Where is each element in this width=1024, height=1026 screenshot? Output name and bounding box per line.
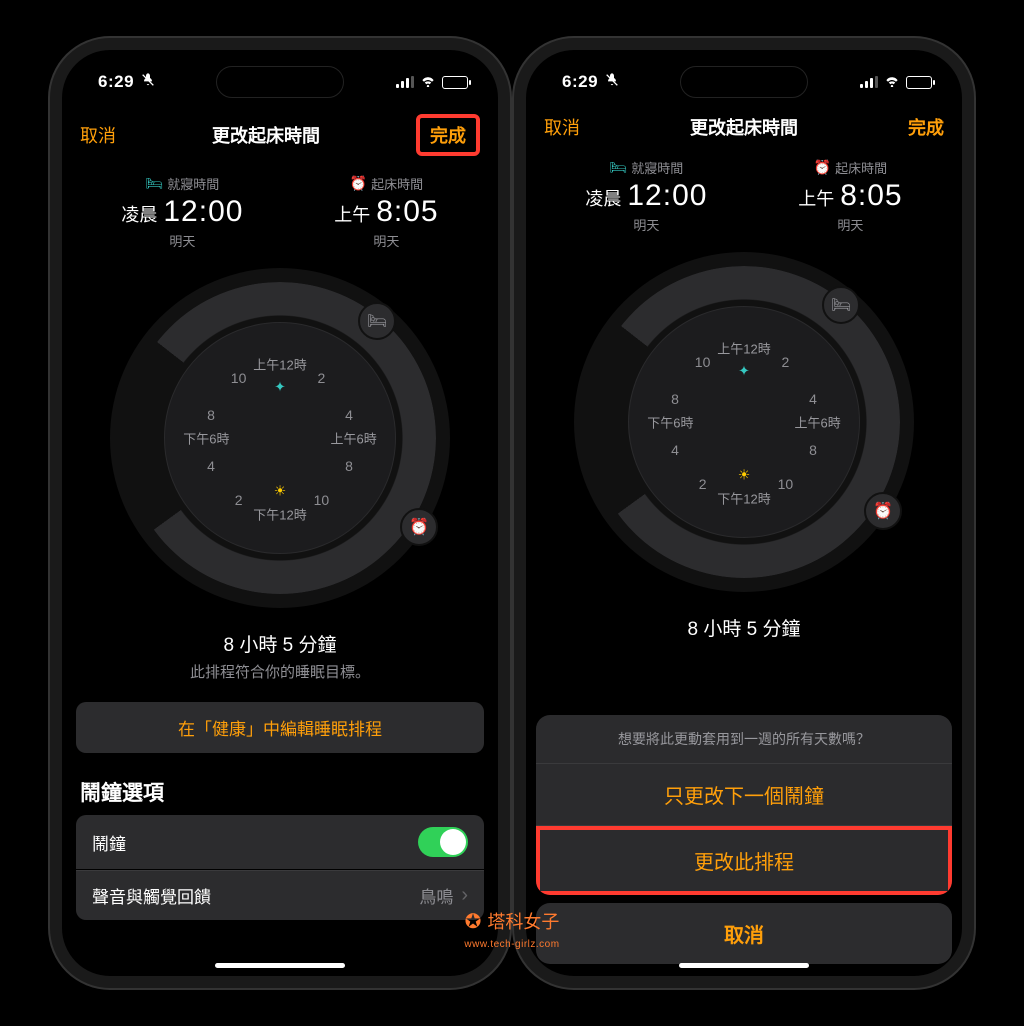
duration-summary: 8 小時 5 分鐘 此排程符合你的睡眠目標。 [76, 618, 484, 686]
wake-handle: ⏰ [864, 492, 902, 530]
power-button [508, 350, 510, 440]
duration-summary: 8 小時 5 分鐘 [540, 602, 948, 645]
signal-icon [860, 76, 878, 88]
volume-down [514, 404, 516, 464]
bed-icon: 🛏 [146, 175, 164, 192]
sleep-wake-times: 🛏就寢時間 凌晨12:00 明天 ⏰起床時間 上午8:05 明天 [76, 170, 484, 260]
wake-label: 起床時間 [371, 174, 423, 193]
edit-in-health-button[interactable]: 在「健康」中編輯睡眠排程 [76, 702, 484, 753]
status-time: 6:29 [562, 72, 598, 92]
sleep-ring: 🛏 ⏰ 上午12時 ✦ 2 4 上午6時 8 10 ☀ 下午12時 2 4 下午… [574, 252, 914, 592]
bedtime-handle: 🛏 [822, 286, 860, 324]
wake-block: ⏰起床時間 上午8:05 明天 [334, 174, 438, 250]
nav-title: 更改起床時間 [690, 114, 798, 140]
home-indicator[interactable] [679, 963, 809, 968]
battery-icon [442, 76, 468, 89]
sparkle-icon: ✦ [274, 379, 286, 396]
bed-icon: 🛏 [610, 159, 628, 176]
volume-up [514, 330, 516, 390]
alarm-clock-icon: ⏰ [350, 175, 367, 192]
home-indicator[interactable] [215, 963, 345, 968]
done-button[interactable]: 完成 [416, 114, 480, 156]
sleep-ring[interactable]: 🛏 ⏰ 上午12時 ✦ 2 4 上午6時 8 10 ☀ 下午12時 2 4 下午… [110, 268, 450, 608]
sound-label: 聲音與觸覺回饋 [92, 883, 211, 908]
wifi-icon [420, 72, 436, 92]
nav-bar: 取消 更改起床時間 完成 [62, 104, 498, 170]
volume-down [50, 404, 52, 464]
bedtime-block: 🛏就寢時間 凌晨12:00 明天 [121, 174, 243, 250]
dynamic-island [216, 66, 344, 98]
watermark-text: 塔科女子 [487, 908, 559, 934]
watermark-url: www.tech-girlz.com [464, 939, 559, 950]
chevron-right-icon: › [461, 884, 468, 907]
alarm-toggle[interactable] [418, 827, 468, 857]
cancel-button[interactable]: 取消 [544, 114, 580, 140]
bedtime-sub: 明天 [121, 231, 243, 250]
watermark: ✪ 塔科女子 [465, 908, 560, 934]
watermark-icon: ✪ [465, 909, 482, 934]
mute-switch [50, 270, 52, 304]
sun-icon: ☀ [274, 482, 287, 499]
duration-value: 8 小時 5 分鐘 [76, 630, 484, 657]
mute-icon [140, 72, 156, 93]
bedtime-handle[interactable]: 🛏 [358, 302, 396, 340]
alarm-toggle-row[interactable]: 鬧鐘 [76, 815, 484, 869]
battery-icon [906, 76, 932, 89]
volume-up [50, 330, 52, 390]
action-sheet: 想要將此更動套用到一週的所有天數嗎？ 只更改下一個鬧鐘 更改此排程 取消 [536, 715, 952, 964]
wake-value: 8:05 [376, 195, 438, 229]
alarm-clock-icon: ⏰ [814, 159, 831, 176]
power-button [972, 350, 974, 440]
duration-note: 此排程符合你的睡眠目標。 [76, 661, 484, 682]
wake-sub: 明天 [334, 231, 438, 250]
cancel-button[interactable]: 取消 [80, 122, 116, 148]
done-button[interactable]: 完成 [908, 114, 944, 140]
sound-row[interactable]: 聲音與觸覺回饋 鳥鳴 › [76, 870, 484, 920]
alarm-options-header: 鬧鐘選項 [76, 775, 484, 815]
dynamic-island [680, 66, 808, 98]
sound-value: 鳥鳴 [419, 883, 453, 908]
change-schedule-button[interactable]: 更改此排程 [536, 826, 952, 895]
status-time: 6:29 [98, 72, 134, 92]
mute-icon [604, 72, 620, 93]
alarm-toggle-label: 鬧鐘 [92, 830, 126, 855]
mute-switch [514, 270, 516, 304]
nav-bar: 取消 更改起床時間 完成 [526, 104, 962, 154]
bedtime-value: 12:00 [163, 195, 243, 229]
phone-frame-left: 6:29 取消 更改起床時間 完成 🛏就寢時間 凌晨12:00 明天 ⏰起床時間… [50, 38, 510, 988]
wifi-icon [884, 72, 900, 92]
sheet-cancel-button[interactable]: 取消 [536, 903, 952, 964]
wake-handle[interactable]: ⏰ [400, 508, 438, 546]
phone-frame-right: 6:29 取消 更改起床時間 完成 🛏就寢時間 凌晨12:00 明天 ⏰起床時間… [514, 38, 974, 988]
change-next-alarm-button[interactable]: 只更改下一個鬧鐘 [536, 764, 952, 826]
clock-dial: 上午12時 ✦ 2 4 上午6時 8 10 ☀ 下午12時 2 4 下午6時 8… [164, 322, 396, 554]
sheet-title: 想要將此更動套用到一週的所有天數嗎？ [536, 715, 952, 764]
bedtime-label: 就寢時間 [167, 174, 219, 193]
nav-title: 更改起床時間 [212, 122, 320, 148]
sleep-wake-times: 🛏就寢時間 凌晨12:00 明天 ⏰起床時間 上午8:05 明天 [540, 154, 948, 244]
signal-icon [396, 76, 414, 88]
